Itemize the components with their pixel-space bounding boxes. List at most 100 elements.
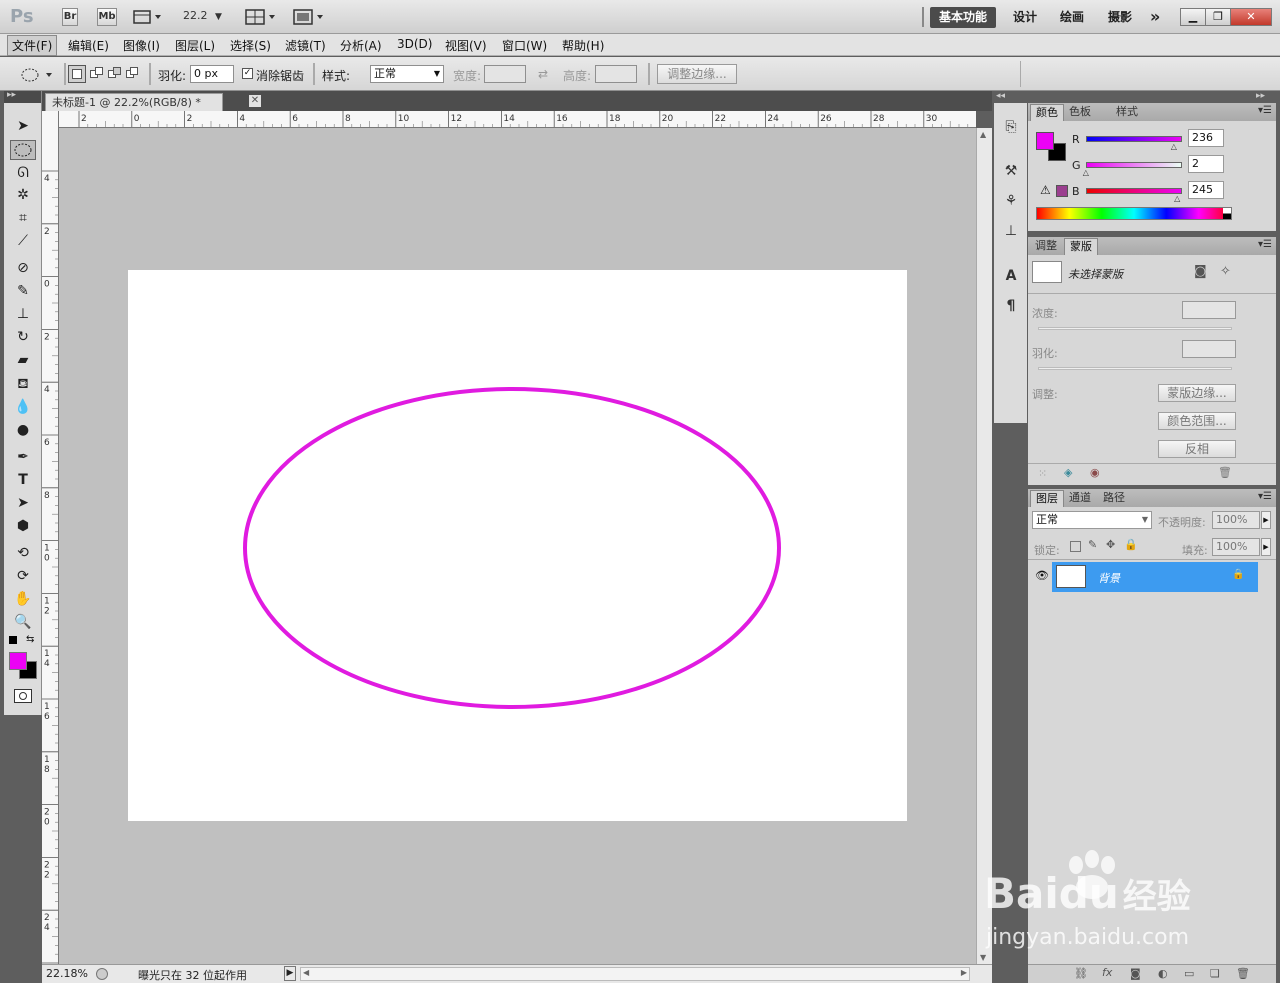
swap-dimensions-icon[interactable]: ⇄ bbox=[538, 67, 548, 81]
invert-button[interactable]: 反相 bbox=[1158, 440, 1236, 458]
document-tab[interactable]: 未标题-1 @ 22.2%(RGB/8) * bbox=[45, 93, 223, 111]
green-slider-thumb[interactable]: △ bbox=[1083, 168, 1089, 177]
color-range-button[interactable]: 颜色范围... bbox=[1158, 412, 1236, 430]
quick-mask-button[interactable] bbox=[14, 689, 32, 703]
blend-mode-select[interactable]: 正常 ▼ bbox=[1032, 511, 1152, 529]
scroll-up-icon[interactable]: ▲ bbox=[980, 130, 986, 139]
lock-transparent-icon[interactable] bbox=[1070, 541, 1081, 552]
refine-edge-button[interactable]: 调整边缘... bbox=[657, 64, 737, 84]
mask-feather-slider[interactable] bbox=[1038, 367, 1232, 370]
type-tool[interactable]: T bbox=[10, 470, 36, 490]
view-extras-menu[interactable] bbox=[133, 9, 163, 25]
add-vector-mask-icon[interactable]: ✧ bbox=[1220, 264, 1231, 279]
vertical-scrollbar[interactable]: ▲ ▼ bbox=[976, 128, 992, 964]
bridge-button[interactable]: Br bbox=[62, 8, 78, 26]
restore-button[interactable]: ❐ bbox=[1205, 8, 1231, 26]
blue-value-input[interactable]: 245 bbox=[1188, 181, 1224, 199]
collapse-panels-icon[interactable]: ▸▸ bbox=[1256, 91, 1265, 101]
path-selection-tool[interactable]: ➤ bbox=[10, 493, 36, 513]
panel-menu-icon[interactable]: ▾☰ bbox=[1258, 239, 1272, 250]
new-group-icon[interactable]: ▭ bbox=[1184, 967, 1194, 980]
pen-tool[interactable]: ✒ bbox=[10, 447, 36, 467]
tab-color[interactable]: 颜色 bbox=[1030, 104, 1064, 121]
dodge-tool[interactable]: ● bbox=[10, 420, 36, 440]
expand-panels-icon[interactable]: ◂◂ bbox=[996, 91, 1005, 101]
antialias-checkbox[interactable]: ✓ bbox=[242, 68, 253, 79]
out-of-gamut-warning-icon[interactable]: ⚠ bbox=[1040, 183, 1051, 197]
menu-help[interactable]: 帮助(H) bbox=[562, 37, 604, 54]
blue-slider[interactable] bbox=[1086, 188, 1182, 194]
shape-tool[interactable]: ⬢ bbox=[10, 516, 36, 536]
screen-mode-menu[interactable] bbox=[293, 9, 327, 25]
eraser-tool[interactable]: ▰ bbox=[10, 350, 36, 370]
character-panel-icon[interactable]: A bbox=[1001, 266, 1021, 286]
blue-slider-thumb[interactable]: △ bbox=[1174, 194, 1180, 203]
brush-panel-icon[interactable]: ⚘ bbox=[1001, 191, 1021, 211]
tab-paths[interactable]: 路径 bbox=[1098, 490, 1130, 507]
menu-view[interactable]: 视图(V) bbox=[445, 37, 487, 54]
add-pixel-mask-icon[interactable]: ◙ bbox=[1194, 264, 1207, 279]
color-panel-foreground-swatch[interactable] bbox=[1036, 132, 1054, 150]
minimize-button[interactable]: ▁ bbox=[1180, 8, 1206, 26]
fill-slider-arrow-icon[interactable]: ▶ bbox=[1261, 538, 1271, 556]
workspace-painting[interactable]: 绘画 bbox=[1060, 7, 1084, 28]
layer-name[interactable]: 背景 bbox=[1098, 570, 1120, 586]
zoom-status[interactable]: 22.18% bbox=[46, 967, 88, 980]
menu-select[interactable]: 选择(S) bbox=[230, 37, 271, 54]
color-spectrum-bar[interactable] bbox=[1036, 207, 1232, 220]
paint-bucket-tool[interactable]: ⛾ bbox=[10, 374, 36, 394]
feather-input[interactable]: 0 px bbox=[190, 65, 234, 83]
workspace-design[interactable]: 设计 bbox=[1013, 7, 1037, 28]
green-value-input[interactable]: 2 bbox=[1188, 155, 1224, 173]
tab-masks[interactable]: 蒙版 bbox=[1064, 238, 1098, 255]
add-mask-icon[interactable]: ◙ bbox=[1130, 967, 1141, 980]
red-value-input[interactable]: 236 bbox=[1188, 129, 1224, 147]
fill-input[interactable]: 100% bbox=[1212, 538, 1260, 556]
style-select[interactable]: 正常 ▼ bbox=[370, 65, 444, 83]
hand-tool[interactable]: ✋ bbox=[10, 589, 36, 609]
tool-preset-picker[interactable] bbox=[18, 66, 58, 84]
menu-analysis[interactable]: 分析(A) bbox=[340, 37, 382, 54]
disable-mask-icon[interactable]: ◉ bbox=[1090, 466, 1100, 479]
add-to-selection-button[interactable] bbox=[88, 65, 106, 83]
horizontal-scrollbar[interactable]: ◀ ▶ bbox=[300, 967, 970, 981]
black-white-swatch[interactable] bbox=[1223, 208, 1231, 219]
horizontal-ruler[interactable]: 202468101214161820222426283032 bbox=[59, 111, 976, 128]
panel-menu-icon[interactable]: ▾☰ bbox=[1258, 105, 1272, 116]
density-input[interactable] bbox=[1182, 301, 1236, 319]
swap-colors-icon[interactable]: ⇆ bbox=[26, 634, 34, 645]
adjustment-layer-icon[interactable]: ◐ bbox=[1158, 967, 1168, 980]
zoom-level-select[interactable]: 22.2 ▼ bbox=[183, 9, 222, 22]
crop-tool[interactable]: ⌗ bbox=[10, 208, 36, 228]
clone-source-panel-icon[interactable]: ⊥ bbox=[1001, 221, 1021, 241]
mask-edge-button[interactable]: 蒙版边缘... bbox=[1158, 384, 1236, 402]
scroll-left-icon[interactable]: ◀ bbox=[303, 968, 309, 977]
history-panel-icon[interactable]: ⎘ bbox=[1001, 117, 1021, 137]
mini-bridge-button[interactable]: Mb bbox=[97, 8, 117, 26]
status-info-icon[interactable] bbox=[96, 968, 108, 980]
density-slider[interactable] bbox=[1038, 327, 1232, 330]
subtract-from-selection-button[interactable] bbox=[106, 65, 124, 83]
tab-styles[interactable]: 样式 bbox=[1111, 104, 1143, 121]
quick-selection-tool[interactable]: ✲ bbox=[10, 185, 36, 205]
arrange-documents-menu[interactable] bbox=[245, 9, 279, 25]
workspace-photography[interactable]: 摄影 bbox=[1108, 7, 1132, 28]
red-slider-thumb[interactable]: △ bbox=[1171, 142, 1177, 151]
tools-panel-header[interactable]: ▸▸ bbox=[4, 90, 41, 103]
status-menu-arrow-icon[interactable]: ▶ bbox=[284, 966, 296, 981]
ellipse-shape[interactable] bbox=[128, 270, 907, 821]
default-colors-button[interactable] bbox=[9, 636, 17, 644]
layer-style-fx-icon[interactable]: fx bbox=[1102, 966, 1112, 979]
tab-swatches[interactable]: 色板 bbox=[1064, 104, 1096, 121]
menu-edit[interactable]: 编辑(E) bbox=[68, 37, 109, 54]
vertical-ruler[interactable]: 420246810121416182022242 bbox=[42, 111, 59, 964]
brush-tool[interactable]: ✎ bbox=[10, 281, 36, 301]
menu-image[interactable]: 图像(I) bbox=[123, 37, 160, 54]
menu-file[interactable]: 文件(F) bbox=[7, 35, 58, 56]
tab-channels[interactable]: 通道 bbox=[1064, 490, 1096, 507]
view-mask-icon[interactable]: ◈ bbox=[1064, 466, 1072, 479]
panel-menu-icon[interactable]: ▾☰ bbox=[1258, 491, 1272, 502]
close-document-icon[interactable]: ✕ bbox=[249, 95, 261, 107]
layer-visibility-eye-icon[interactable]: 👁 bbox=[1032, 562, 1052, 590]
load-selection-icon[interactable]: ⁙ bbox=[1038, 467, 1047, 480]
